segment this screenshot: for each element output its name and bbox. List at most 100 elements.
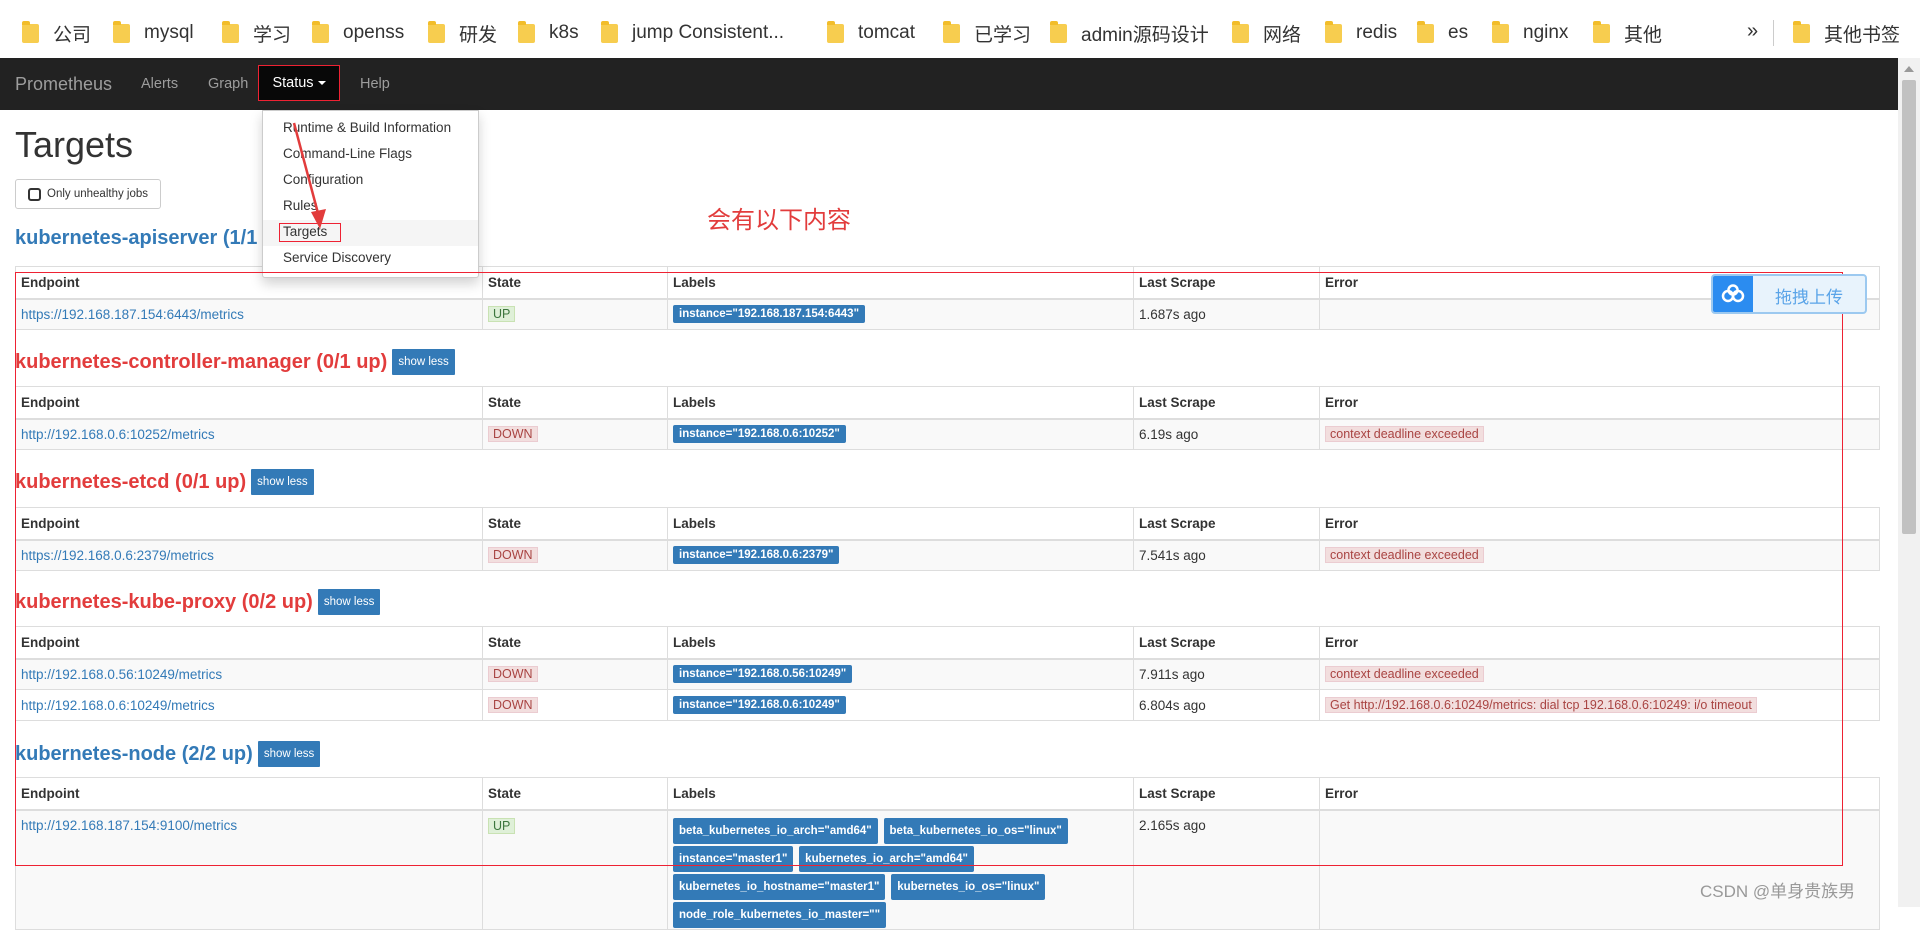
scroll-up-arrow-icon[interactable] (1904, 66, 1914, 72)
show-less-button[interactable]: show less (251, 469, 314, 495)
show-less-button[interactable]: show less (317, 589, 381, 615)
job-heading-kube-proxy[interactable]: kubernetes-kube-proxy (0/2 up) show less (15, 589, 381, 615)
bookmark-es[interactable]: es (1417, 20, 1468, 46)
folder-icon (428, 20, 445, 43)
label-badge: beta_kubernetes_io_os="linux" (883, 817, 1068, 844)
labels-list: beta_kubernetes_io_arch="amd64" beta_kub… (673, 811, 1121, 929)
col-error: Error (1319, 626, 1880, 660)
endpoint-link[interactable]: https://192.168.187.154:6443/metrics (21, 307, 244, 322)
table-row: http://192.168.0.6:10252/metrics DOWN in… (15, 418, 1880, 450)
nav-status-dropdown[interactable]: Status (258, 65, 340, 101)
col-error: Error (1319, 507, 1880, 541)
col-endpoint: Endpoint (15, 386, 483, 420)
state-badge: UP (488, 817, 516, 834)
label-badge: instance="192.168.0.6:2379" (673, 546, 840, 565)
label-badge: kubernetes_io_hostname="master1" (673, 873, 886, 900)
col-endpoint: Endpoint (15, 507, 483, 541)
last-scrape: 6.804s ago (1133, 689, 1320, 721)
last-scrape: 1.687s ago (1133, 298, 1320, 330)
col-state: State (482, 266, 668, 300)
bookmark-mysql[interactable]: mysql (113, 20, 194, 46)
label-badge: instance="192.168.0.6:10249" (673, 696, 846, 714)
job-heading-controller-manager[interactable]: kubernetes-controller-manager (0/1 up) sh… (15, 349, 455, 375)
bookmarks-more-button[interactable]: » (1747, 20, 1758, 43)
job-heading-etcd[interactable]: kubernetes-etcd (0/1 up) show less (15, 469, 314, 495)
upload-label: 拖拽上传 (1775, 288, 1843, 307)
folder-icon (1232, 20, 1249, 43)
bookmark-yanfa[interactable]: 研发 (428, 20, 497, 46)
endpoint-link[interactable]: http://192.168.0.56:10249/metrics (21, 667, 222, 682)
drag-upload-button[interactable]: 拖拽上传 (1711, 274, 1867, 314)
state-badge: DOWN (488, 547, 538, 564)
menu-item-configuration[interactable]: Configuration (283, 172, 363, 187)
job-heading-apiserver[interactable]: kubernetes-apiserver (1/1 up) (15, 227, 294, 250)
menu-item-service-discovery[interactable]: Service Discovery (283, 250, 391, 265)
col-labels: Labels (667, 777, 1134, 811)
bookmark-gongsi[interactable]: 公司 (22, 20, 91, 46)
bookmark-openss[interactable]: openss (312, 20, 404, 46)
show-less-button[interactable]: show less (257, 741, 321, 767)
label-badge: instance="192.168.0.6:10252" (673, 425, 846, 444)
label-badge: instance="master1" (673, 845, 794, 872)
targets-highlight-box (279, 223, 341, 242)
col-state: State (482, 626, 668, 660)
bookmark-jump-consistent[interactable]: jump Consistent... (601, 20, 784, 46)
show-less-button[interactable]: show less (392, 349, 455, 375)
page-scrollbar[interactable] (1898, 58, 1920, 907)
only-unhealthy-jobs-button[interactable]: Only unhealthy jobs (15, 179, 161, 209)
label-badge: kubernetes_io_os="linux" (891, 873, 1046, 900)
folder-icon (1325, 20, 1342, 43)
col-endpoint: Endpoint (15, 777, 483, 811)
table-row: http://192.168.187.154:9100/metrics UP b… (15, 809, 1880, 930)
state-badge: UP (488, 306, 516, 323)
folder-icon (1492, 20, 1509, 43)
col-last-scrape: Last Scrape (1133, 777, 1320, 811)
scrollbar-thumb[interactable] (1902, 80, 1916, 534)
bookmark-redis[interactable]: redis (1325, 20, 1397, 46)
endpoint-link[interactable]: http://192.168.0.6:10252/metrics (21, 427, 215, 442)
nav-help[interactable]: Help (360, 76, 390, 92)
bookmark-k8s[interactable]: k8s (518, 20, 579, 46)
status-dropdown-menu: Runtime & Build Information Command-Line… (262, 110, 479, 278)
col-state: State (482, 386, 668, 420)
menu-item-runtime-build-info[interactable]: Runtime & Build Information (283, 120, 451, 135)
bookmark-wangluo[interactable]: 网络 (1232, 20, 1301, 46)
label-badge: instance="192.168.0.56:10249" (673, 665, 853, 684)
folder-icon (518, 20, 535, 43)
brand-link[interactable]: Prometheus (15, 74, 112, 95)
bookmarks-divider (1773, 20, 1774, 46)
job-heading-node[interactable]: kubernetes-node (2/2 up) show less (15, 741, 321, 767)
bookmark-tomcat[interactable]: tomcat (827, 20, 915, 46)
nav-alerts[interactable]: Alerts (141, 76, 178, 92)
col-labels: Labels (667, 626, 1134, 660)
endpoint-link[interactable]: http://192.168.0.6:10249/metrics (21, 698, 215, 713)
col-error: Error (1319, 777, 1880, 811)
endpoint-link[interactable]: https://192.168.0.6:2379/metrics (21, 548, 214, 563)
label-badge: beta_kubernetes_io_arch="amd64" (673, 817, 878, 844)
folder-icon (827, 20, 844, 43)
menu-item-rules[interactable]: Rules (283, 198, 318, 213)
bookmark-xuexi[interactable]: 学习 (222, 20, 291, 46)
table-row: https://192.168.187.154:6443/metrics UP … (15, 298, 1880, 330)
folder-icon (113, 20, 130, 43)
folder-icon (1417, 20, 1434, 43)
nav-graph[interactable]: Graph (208, 76, 248, 92)
endpoint-link[interactable]: http://192.168.187.154:9100/metrics (21, 818, 237, 833)
bookmarks-bar: 公司 mysql 学习 openss 研发 k8s jump Consisten… (0, 0, 1920, 59)
error-badge: context deadline exceeded (1325, 547, 1484, 564)
last-scrape: 7.541s ago (1133, 539, 1320, 571)
menu-item-command-line-flags[interactable]: Command-Line Flags (283, 146, 412, 161)
label-badge: kubernetes_io_arch="amd64" (799, 845, 974, 872)
nav-status-label: Status (272, 75, 314, 91)
folder-icon (1050, 20, 1067, 43)
bookmark-qita[interactable]: 其他 (1593, 20, 1662, 46)
error-badge: context deadline exceeded (1325, 426, 1484, 443)
bookmark-yixuexi[interactable]: 已学习 (943, 20, 1031, 46)
checkbox-icon (28, 187, 41, 201)
bookmark-admin[interactable]: admin源码设计 (1050, 20, 1209, 46)
last-scrape: 6.19s ago (1133, 418, 1320, 450)
state-badge: DOWN (488, 426, 538, 443)
table-row: https://192.168.0.6:2379/metrics DOWN in… (15, 539, 1880, 571)
bookmark-nginx[interactable]: nginx (1492, 20, 1568, 46)
bookmark-other-bookmarks[interactable]: 其他书签 (1793, 20, 1900, 46)
